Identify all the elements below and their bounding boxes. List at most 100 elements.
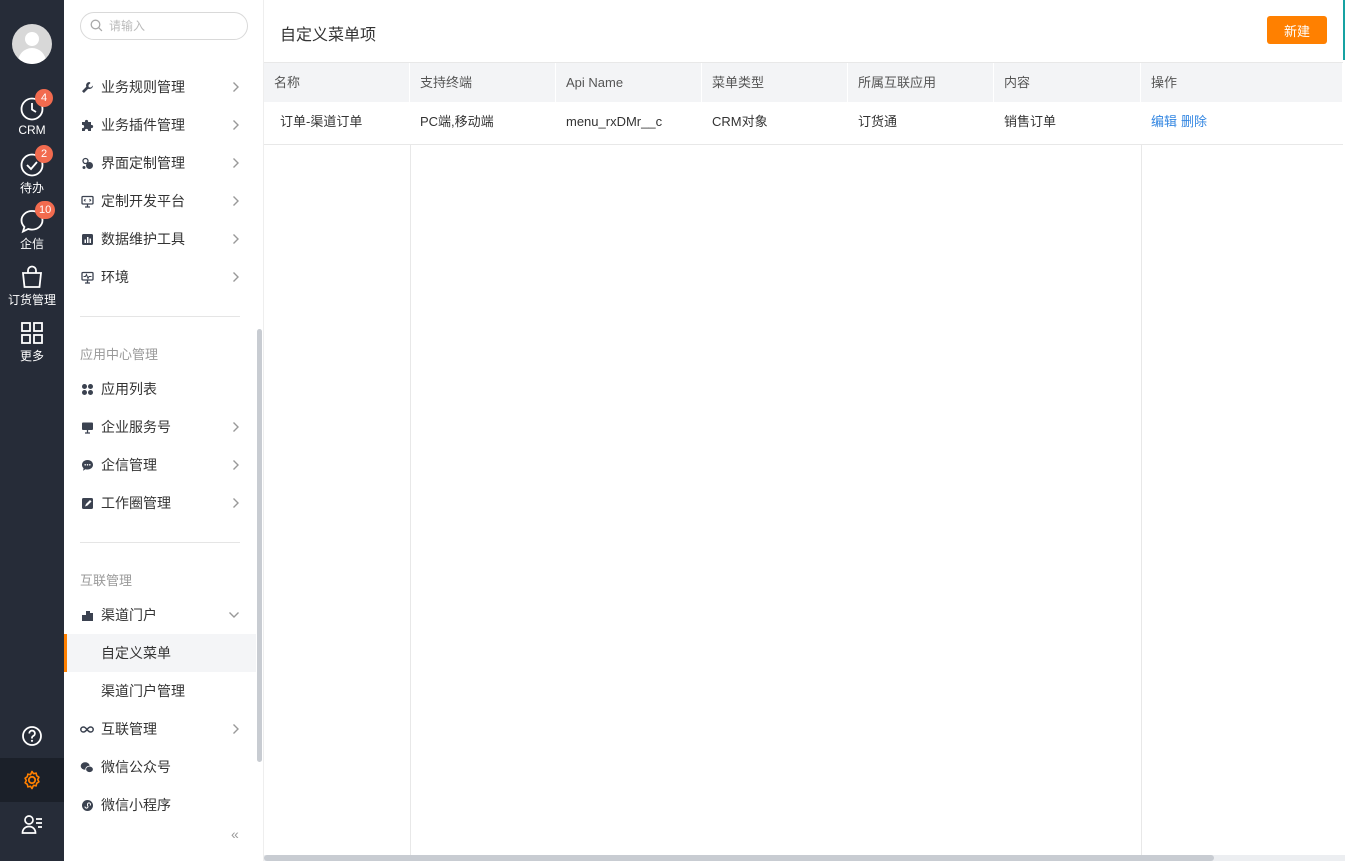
menu-item-ui-customization[interactable]: 界面定制管理 <box>64 144 256 182</box>
rail-label: 企信 <box>19 237 44 251</box>
chevron-right-icon <box>233 120 239 130</box>
column-header: 菜单类型 <box>702 63 848 103</box>
column-header: Api Name <box>556 63 702 103</box>
collapse-menu-button[interactable]: « <box>231 826 239 842</box>
menu-item-label: 企业服务号 <box>101 419 171 435</box>
chat-icon <box>80 458 94 472</box>
cell-menu-type: CRM对象 <box>712 114 768 129</box>
menu-item-channel-portal[interactable]: 渠道门户 <box>64 596 256 634</box>
column-header: 支持终端 <box>410 63 556 103</box>
new-button[interactable]: 新建 <box>1267 16 1327 44</box>
cell-api-name: menu_rxDMr__c <box>566 114 663 129</box>
column-divider <box>410 145 411 861</box>
help-icon <box>22 726 42 746</box>
cell-name: 订单-渠道订单 <box>280 114 363 129</box>
menu-item-work-circle[interactable]: 工作圈管理 <box>64 484 256 522</box>
rail-item-crm[interactable]: CRM 4 <box>0 89 64 148</box>
grid-icon <box>21 322 43 344</box>
avatar[interactable] <box>12 24 52 64</box>
menu-item-business-plugins[interactable]: 业务插件管理 <box>64 106 256 144</box>
chevron-right-icon <box>233 234 239 244</box>
column-header: 所属互联应用 <box>848 63 994 103</box>
menu-item-messenger-manage[interactable]: 企信管理 <box>64 446 256 484</box>
monitor-icon <box>80 420 94 434</box>
column-header: 内容 <box>994 63 1141 103</box>
building-icon <box>80 608 94 622</box>
menu-item-label: 环境 <box>101 269 129 285</box>
chevron-right-icon <box>233 272 239 282</box>
group-title-app-center: 应用中心管理 <box>80 347 159 362</box>
menu-item-label: 工作圈管理 <box>101 495 171 511</box>
apps-icon <box>80 382 94 396</box>
todo-badge: 2 <box>35 145 53 163</box>
column-header: 名称 <box>264 63 410 103</box>
settings-menu: 业务规则管理 业务插件管理 界面定制管理 定制开发平台 数据维护工具 环境 应用… <box>64 0 264 861</box>
bar-chart-icon <box>80 232 94 246</box>
rail-item-todo[interactable]: 待办 2 <box>0 145 64 204</box>
menu-search[interactable] <box>80 12 248 40</box>
menu-item-label: 企信管理 <box>101 457 157 473</box>
menu-item-environment[interactable]: 环境 <box>64 258 256 296</box>
chevron-right-icon <box>233 724 239 734</box>
menu-item-label: 数据维护工具 <box>101 231 185 247</box>
chevron-right-icon <box>233 422 239 432</box>
menu-item-label: 渠道门户管理 <box>101 683 185 699</box>
user-list-icon <box>21 815 42 834</box>
messenger-badge: 10 <box>35 201 56 219</box>
user-list-button[interactable] <box>0 802 64 846</box>
rail-item-order-management[interactable]: 订货管理 <box>0 264 64 316</box>
settings-button[interactable] <box>0 758 64 802</box>
cell-actions: 编辑 删除 <box>1141 102 1211 145</box>
cell-content: 销售订单 <box>1004 114 1057 129</box>
chevron-right-icon <box>233 196 239 206</box>
menu-item-data-tools[interactable]: 数据维护工具 <box>64 220 256 258</box>
menu-item-label: 界面定制管理 <box>101 155 185 171</box>
chevron-right-icon <box>233 158 239 168</box>
menu-item-dev-platform[interactable]: 定制开发平台 <box>64 182 256 220</box>
table-row[interactable]: 订单-渠道订单 PC端,移动端 menu_rxDMr__c CRM对象 订货通 … <box>264 102 1343 145</box>
search-input[interactable] <box>109 17 239 35</box>
rail-item-more[interactable]: 更多 <box>0 320 64 372</box>
edit-link[interactable]: 编辑 <box>1151 114 1177 129</box>
menu-divider <box>80 542 240 543</box>
help-button[interactable] <box>0 714 64 758</box>
page-title: 自定义菜单项 <box>280 27 377 44</box>
menu-scrollbar[interactable] <box>257 329 262 762</box>
search-icon <box>90 19 103 32</box>
menu-item-label: 应用列表 <box>101 381 157 397</box>
app-rail: CRM 4 待办 2 企信 10 订货管理 更多 <box>0 0 64 861</box>
delete-link[interactable]: 删除 <box>1181 114 1207 129</box>
horizontal-scrollbar[interactable] <box>264 855 1345 861</box>
chevron-right-icon <box>233 498 239 508</box>
chevron-right-icon <box>233 460 239 470</box>
menu-item-label: 定制开发平台 <box>101 193 185 209</box>
chevron-down-icon <box>229 612 239 618</box>
edit-square-icon <box>80 496 94 510</box>
menu-item-portal-manage[interactable]: 渠道门户管理 <box>64 672 256 710</box>
menu-item-label: 业务插件管理 <box>101 117 185 133</box>
rail-item-messenger[interactable]: 企信 10 <box>0 201 64 260</box>
shopping-bag-icon <box>21 265 43 288</box>
menu-item-custom-menu[interactable]: 自定义菜单 <box>64 634 256 672</box>
scrollbar-thumb[interactable] <box>264 855 1214 861</box>
menu-item-label: 微信公众号 <box>101 759 171 775</box>
wrench-icon <box>80 80 94 94</box>
palette-icon <box>80 156 94 170</box>
menu-item-interconnect-manage[interactable]: 互联管理 <box>64 710 256 748</box>
rail-label: 待办 <box>19 181 44 195</box>
column-divider <box>1141 145 1142 861</box>
chevron-right-icon <box>233 82 239 92</box>
monitor-pulse-icon <box>80 270 94 284</box>
menu-item-wechat-official[interactable]: 微信公众号 <box>64 748 256 786</box>
rail-label: CRM <box>18 123 46 137</box>
menu-divider <box>80 316 240 317</box>
infinity-icon <box>80 722 94 736</box>
rail-label: 更多 <box>19 349 44 363</box>
menu-item-app-list[interactable]: 应用列表 <box>64 370 256 408</box>
puzzle-icon <box>80 118 94 132</box>
menu-item-service-account[interactable]: 企业服务号 <box>64 408 256 446</box>
menu-item-business-rules[interactable]: 业务规则管理 <box>64 68 256 106</box>
mini-program-icon <box>80 798 94 812</box>
table-header: 名称 支持终端 Api Name 菜单类型 所属互联应用 内容 操作 <box>264 62 1343 103</box>
menu-item-label: 渠道门户 <box>101 607 157 623</box>
